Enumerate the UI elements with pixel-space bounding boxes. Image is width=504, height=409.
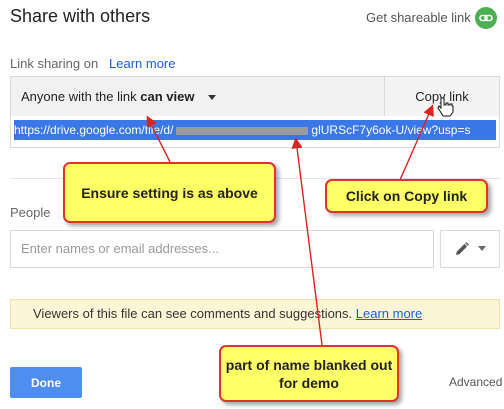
edit-permission-button[interactable] xyxy=(440,230,500,268)
chevron-down-icon[interactable] xyxy=(208,95,216,100)
get-shareable-link[interactable]: Get shareable link xyxy=(366,10,471,25)
people-input[interactable]: Enter names or email addresses... xyxy=(10,230,434,268)
access-dropdown-prefix: Anyone with the link xyxy=(21,89,141,104)
copy-link-button[interactable]: Copy link xyxy=(385,77,499,116)
link-icon[interactable] xyxy=(475,7,497,29)
redacted-block xyxy=(176,126,309,135)
annotation-callout-copy: Click on Copy link xyxy=(325,179,488,213)
chevron-down-icon xyxy=(478,246,486,251)
annotation-callout-setting: Ensure setting is as above xyxy=(63,162,276,223)
share-url-field[interactable]: https://drive.google.com/file/d/glURScF7… xyxy=(14,120,496,140)
access-dropdown-label[interactable]: Anyone with the link can view xyxy=(21,89,194,104)
notice-text: Viewers of this file can see comments an… xyxy=(33,306,356,321)
people-label: People xyxy=(10,205,51,220)
annotation-callout-blanked: part of name blanked out for demo xyxy=(219,345,399,402)
done-button[interactable]: Done xyxy=(10,367,82,398)
url-prefix: https://drive.google.com/file/d/ xyxy=(14,123,174,137)
learn-more-link[interactable]: Learn more xyxy=(109,56,175,71)
advanced-link[interactable]: Advanced xyxy=(449,375,502,389)
comments-notice: Viewers of this file can see comments an… xyxy=(10,299,500,329)
link-sharing-status: Link sharing on xyxy=(10,56,99,71)
url-suffix: glURScF7y6ok-U/view?usp=s xyxy=(311,123,471,137)
access-level: can view xyxy=(140,89,195,104)
pencil-icon xyxy=(456,242,469,255)
notice-learn-more-link[interactable]: Learn more xyxy=(356,306,422,321)
dialog-title: Share with others xyxy=(10,6,151,26)
